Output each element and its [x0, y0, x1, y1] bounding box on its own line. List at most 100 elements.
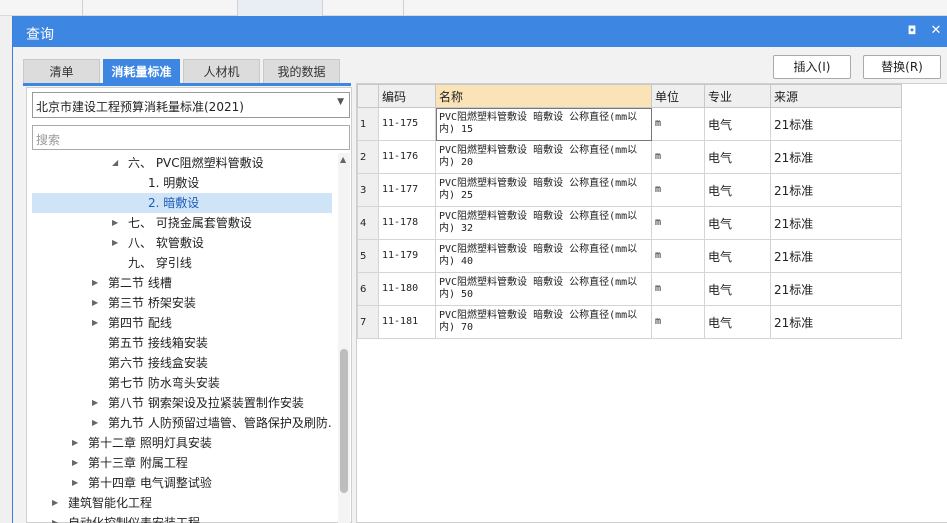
cell-code[interactable]: 11-176 — [378, 140, 436, 174]
cell-unit[interactable]: m — [651, 272, 705, 306]
header-source[interactable]: 来源 — [770, 84, 902, 108]
insert-button[interactable]: 插入(I) — [773, 55, 851, 79]
tree-node[interactable]: ▶ 七、 可挠金属套管敷设 — [32, 213, 332, 233]
expand-arrow-icon[interactable]: ▶ — [52, 493, 64, 513]
cell-name[interactable]: PVC阻燃塑料管敷设 暗敷设 公称直径(mm以内) 15 — [435, 107, 652, 141]
tree-node[interactable]: 1. 明敷设 — [32, 173, 332, 193]
cell-name[interactable]: PVC阻燃塑料管敷设 暗敷设 公称直径(mm以内) 20 — [435, 140, 652, 174]
cell-major[interactable]: 电气 — [704, 272, 771, 306]
tree-node[interactable]: ▶ 第十三章 附属工程 — [32, 453, 332, 473]
tree-node[interactable]: ◢ 六、 PVC阻燃塑料管敷设 — [32, 153, 332, 173]
row-index[interactable]: 7 — [357, 305, 379, 339]
tree-scrollbar[interactable]: ▲ — [338, 153, 350, 523]
cell-name[interactable]: PVC阻燃塑料管敷设 暗敷设 公称直径(mm以内) 50 — [435, 272, 652, 306]
row-index[interactable]: 1 — [357, 107, 379, 141]
tree-node[interactable]: 第六节 接线盒安装 — [32, 353, 332, 373]
header-name[interactable]: 名称 — [435, 84, 652, 108]
header-unit[interactable]: 单位 — [651, 84, 705, 108]
table-row[interactable]: 1 11-175 PVC阻燃塑料管敷设 暗敷设 公称直径(mm以内) 15 m 电气 21… — [357, 107, 902, 141]
collapse-arrow-icon[interactable]: ◢ — [112, 153, 124, 173]
cell-source[interactable]: 21标准 — [770, 107, 902, 141]
cell-major[interactable]: 电气 — [704, 206, 771, 240]
expand-arrow-icon[interactable]: ▶ — [112, 213, 124, 233]
tree-node[interactable]: 九、 穿引线 — [32, 253, 332, 273]
cell-source[interactable]: 21标准 — [770, 173, 902, 207]
expand-arrow-icon[interactable]: ▶ — [92, 393, 104, 413]
cell-major[interactable]: 电气 — [704, 173, 771, 207]
tree-node[interactable]: 第五节 接线箱安装 — [32, 333, 332, 353]
cell-major[interactable]: 电气 — [704, 107, 771, 141]
cell-name[interactable]: PVC阻燃塑料管敷设 暗敷设 公称直径(mm以内) 25 — [435, 173, 652, 207]
expand-arrow-icon[interactable]: ▶ — [112, 233, 124, 253]
expand-arrow-icon[interactable]: ▶ — [52, 513, 64, 523]
tree-node[interactable]: ▶ 第十二章 照明灯具安装 — [32, 433, 332, 453]
row-index[interactable]: 3 — [357, 173, 379, 207]
expand-arrow-icon[interactable]: ▶ — [92, 413, 104, 433]
expand-arrow-icon[interactable]: ▶ — [72, 433, 84, 453]
expand-arrow-icon[interactable]: ▶ — [92, 293, 104, 313]
cell-code[interactable]: 11-178 — [378, 206, 436, 240]
tree-node[interactable]: ▶ 建筑智能化工程 — [32, 493, 332, 513]
row-index[interactable]: 6 — [357, 272, 379, 306]
tree-node[interactable]: 2. 暗敷设 — [32, 193, 332, 213]
tree-node[interactable]: ▶ 第九节 人防预留过墙管、管路保护及刷防... — [32, 413, 332, 433]
table-row[interactable]: 5 11-179 PVC阻燃塑料管敷设 暗敷设 公称直径(mm以内) 40 m 电气 21… — [357, 239, 902, 273]
row-index[interactable]: 4 — [357, 206, 379, 240]
cell-unit[interactable]: m — [651, 305, 705, 339]
header-code[interactable]: 编码 — [378, 84, 436, 108]
cell-source[interactable]: 21标准 — [770, 206, 902, 240]
cell-code[interactable]: 11-179 — [378, 239, 436, 273]
expand-arrow-icon[interactable]: ▶ — [72, 453, 84, 473]
table-row[interactable]: 6 11-180 PVC阻燃塑料管敷设 暗敷设 公称直径(mm以内) 50 m 电气 21… — [357, 272, 902, 306]
scrollbar-thumb[interactable] — [340, 349, 348, 493]
cell-source[interactable]: 21标准 — [770, 305, 902, 339]
cell-unit[interactable]: m — [651, 239, 705, 273]
cell-source[interactable]: 21标准 — [770, 239, 902, 273]
table-row[interactable]: 2 11-176 PVC阻燃塑料管敷设 暗敷设 公称直径(mm以内) 20 m 电气 21… — [357, 140, 902, 174]
search-input[interactable]: 搜索 — [32, 125, 350, 150]
tree-node[interactable]: 第七节 防水弯头安装 — [32, 373, 332, 393]
cell-major[interactable]: 电气 — [704, 305, 771, 339]
standard-select[interactable]: 北京市建设工程预算消耗量标准(2021) ▼ — [32, 92, 350, 118]
expand-arrow-icon[interactable]: ▶ — [92, 273, 104, 293]
cell-name[interactable]: PVC阻燃塑料管敷设 暗敷设 公称直径(mm以内) 40 — [435, 239, 652, 273]
tree-node[interactable]: ▶ 自动化控制仪表安装工程 — [32, 513, 332, 523]
cell-major[interactable]: 电气 — [704, 140, 771, 174]
tab-consumption-standard[interactable]: 消耗量标准 — [103, 59, 180, 84]
tree-node[interactable]: ▶ 第三节 桥架安装 — [32, 293, 332, 313]
header-major[interactable]: 专业 — [704, 84, 771, 108]
tab-bill[interactable]: 清单 — [23, 59, 100, 84]
tab-my-data[interactable]: 我的数据 — [263, 59, 340, 84]
cell-unit[interactable]: m — [651, 140, 705, 174]
close-icon[interactable]: ✕ — [926, 21, 946, 41]
tree-node[interactable]: ▶ 第十四章 电气调整试验 — [32, 473, 332, 493]
tab-labor-material-machine[interactable]: 人材机 — [183, 59, 260, 84]
cell-unit[interactable]: m — [651, 173, 705, 207]
cell-source[interactable]: 21标准 — [770, 140, 902, 174]
restore-icon[interactable]: ◘ — [902, 21, 922, 41]
cell-source[interactable]: 21标准 — [770, 272, 902, 306]
cell-code[interactable]: 11-181 — [378, 305, 436, 339]
row-index[interactable]: 2 — [357, 140, 379, 174]
expand-arrow-icon[interactable]: ▶ — [92, 313, 104, 333]
cell-code[interactable]: 11-180 — [378, 272, 436, 306]
expand-arrow-icon[interactable]: ▶ — [72, 473, 84, 493]
replace-button[interactable]: 替换(R) — [863, 55, 941, 79]
tree-node[interactable]: ▶ 第二节 线槽 — [32, 273, 332, 293]
dropdown-arrow-icon[interactable]: ▼ — [337, 97, 344, 107]
cell-name[interactable]: PVC阻燃塑料管敷设 暗敷设 公称直径(mm以内) 32 — [435, 206, 652, 240]
header-index[interactable] — [357, 84, 379, 108]
table-row[interactable]: 4 11-178 PVC阻燃塑料管敷设 暗敷设 公称直径(mm以内) 32 m 电气 21… — [357, 206, 902, 240]
tree-node[interactable]: ▶ 第八节 钢索架设及拉紧装置制作安装 — [32, 393, 332, 413]
cell-name[interactable]: PVC阻燃塑料管敷设 暗敷设 公称直径(mm以内) 70 — [435, 305, 652, 339]
dialog-titlebar[interactable]: 查询 ◘ ✕ — [13, 16, 947, 47]
scroll-up-icon[interactable]: ▲ — [340, 155, 346, 164]
table-row[interactable]: 3 11-177 PVC阻燃塑料管敷设 暗敷设 公称直径(mm以内) 25 m 电气 21… — [357, 173, 902, 207]
cell-major[interactable]: 电气 — [704, 239, 771, 273]
row-index[interactable]: 5 — [357, 239, 379, 273]
cell-unit[interactable]: m — [651, 107, 705, 141]
tree-node[interactable]: ▶ 第四节 配线 — [32, 313, 332, 333]
table-row[interactable]: 7 11-181 PVC阻燃塑料管敷设 暗敷设 公称直径(mm以内) 70 m 电气 21… — [357, 305, 902, 339]
cell-code[interactable]: 11-177 — [378, 173, 436, 207]
cell-unit[interactable]: m — [651, 206, 705, 240]
